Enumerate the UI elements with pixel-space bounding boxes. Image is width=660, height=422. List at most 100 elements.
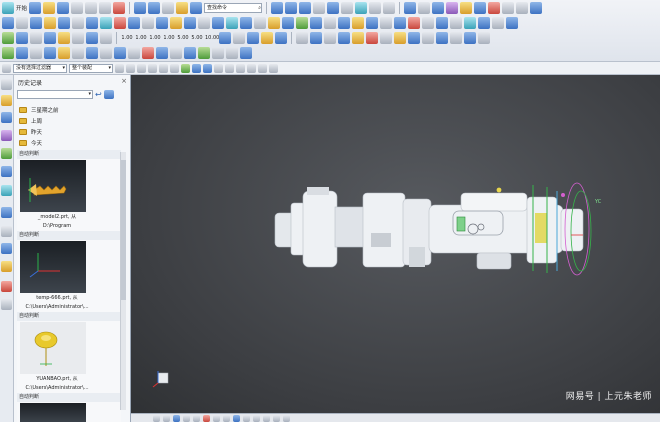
history-icon[interactable]: [1, 207, 12, 218]
feature-icon[interactable]: [2, 32, 14, 44]
mirror-icon[interactable]: [226, 17, 238, 29]
measure-icon[interactable]: [474, 2, 487, 14]
folder-last-week[interactable]: 上周: [17, 115, 123, 126]
expression-icon[interactable]: [366, 17, 378, 29]
repeat-command-icon[interactable]: [162, 2, 175, 14]
symbol-icon[interactable]: [233, 32, 245, 44]
undo-icon[interactable]: [134, 2, 147, 14]
block-icon[interactable]: [16, 32, 28, 44]
open-file-icon[interactable]: [43, 2, 56, 14]
polygon-icon[interactable]: [450, 32, 462, 44]
snap-existing-icon[interactable]: [247, 63, 256, 73]
resize-icon[interactable]: [492, 17, 504, 29]
history-item[interactable]: 自动判断 _model2.prt, 从 D:\Program: [17, 150, 121, 230]
hole-icon[interactable]: [44, 17, 56, 29]
folder-three-weeks-ago[interactable]: 三星期之前: [17, 104, 123, 115]
selection-icon[interactable]: [404, 2, 417, 14]
view-iso-icon[interactable]: [213, 414, 220, 422]
sketch-point-icon[interactable]: [16, 47, 28, 59]
history-item[interactable]: 自动判断 temp-666.prt, 从 C:\Users\Administra…: [17, 231, 121, 311]
layers-icon[interactable]: [446, 2, 459, 14]
clip-section-icon[interactable]: [243, 414, 250, 422]
table-icon[interactable]: [261, 32, 273, 44]
fillet-curve-icon[interactable]: [422, 32, 434, 44]
offset-face-icon[interactable]: [268, 17, 280, 29]
snap-intersect-icon[interactable]: [214, 63, 223, 73]
scrollbar-thumb[interactable]: [121, 160, 126, 300]
view-trimetric-icon[interactable]: [223, 414, 230, 422]
spline-icon[interactable]: [530, 2, 543, 14]
make-corner-icon[interactable]: [128, 47, 140, 59]
stop-icon[interactable]: [366, 32, 378, 44]
paste-icon[interactable]: [99, 2, 112, 14]
pattern-icon[interactable]: [212, 17, 224, 29]
edge-blend-icon[interactable]: [142, 17, 154, 29]
display-mode-icon[interactable]: [383, 2, 396, 14]
fit-view-icon[interactable]: [271, 2, 284, 14]
view-left-icon[interactable]: [183, 414, 190, 422]
sew-icon[interactable]: [408, 17, 420, 29]
sketch-rect-icon[interactable]: [86, 47, 98, 59]
shaded-view-icon[interactable]: [327, 2, 340, 14]
circle-tool-icon[interactable]: [212, 47, 224, 59]
text-icon[interactable]: [478, 32, 490, 44]
delete-icon[interactable]: [113, 2, 126, 14]
rotate-icon[interactable]: [299, 2, 312, 14]
slot-icon[interactable]: [86, 32, 98, 44]
web-browser-icon[interactable]: [1, 185, 12, 196]
chamfer-curve-icon[interactable]: [436, 32, 448, 44]
synchronous-icon[interactable]: [464, 17, 476, 29]
snap-control-icon[interactable]: [203, 63, 212, 73]
part-navigator-icon[interactable]: [1, 130, 12, 141]
dimension-button[interactable]: 5.00: [191, 35, 203, 41]
folder-yesterday[interactable]: 昨天: [17, 126, 123, 137]
finish-sketch-icon[interactable]: [198, 47, 210, 59]
snap-quadrant-icon[interactable]: [236, 63, 245, 73]
perspective-icon[interactable]: [283, 414, 290, 422]
snap-mid-icon[interactable]: [192, 63, 201, 73]
point-icon[interactable]: [338, 17, 350, 29]
deselect-icon[interactable]: [126, 63, 135, 73]
history-item[interactable]: 自动判断: [17, 393, 121, 422]
datum-plane-icon[interactable]: [296, 17, 308, 29]
note-icon[interactable]: [219, 32, 231, 44]
snap-point-on-face-icon[interactable]: [269, 63, 278, 73]
process-studio-icon[interactable]: [1, 226, 12, 237]
bridge-icon[interactable]: [338, 32, 350, 44]
curve-icon[interactable]: [516, 2, 529, 14]
dimension-button[interactable]: 1.00: [135, 35, 147, 41]
wireframe-icon[interactable]: [341, 2, 354, 14]
palette-icon[interactable]: [1, 243, 12, 254]
dimension-button[interactable]: 5.00: [177, 35, 189, 41]
groove-icon[interactable]: [100, 32, 112, 44]
tools-icon[interactable]: [380, 32, 392, 44]
pan-icon[interactable]: [313, 2, 326, 14]
close-icon[interactable]: ×: [121, 77, 127, 85]
new-file-icon[interactable]: [29, 2, 42, 14]
offset-curve-icon[interactable]: [156, 47, 168, 59]
constraint-navigator-icon[interactable]: [1, 112, 12, 123]
pmi-icon[interactable]: [275, 32, 287, 44]
select-all-icon[interactable]: [115, 63, 124, 73]
start-menu-icon[interactable]: [2, 2, 14, 14]
roles-icon[interactable]: [1, 281, 12, 292]
view-back-icon[interactable]: [193, 414, 200, 422]
view-mode-icon[interactable]: [103, 90, 114, 99]
quick-trim-icon[interactable]: [100, 47, 112, 59]
history-item[interactable]: 自动判断 YUANBAO.prt, 从 C:\Users\Administrat…: [17, 312, 121, 392]
curve-mesh-icon[interactable]: [296, 32, 308, 44]
info-icon[interactable]: [502, 2, 515, 14]
intersect-icon[interactable]: [128, 17, 140, 29]
touch-mode-icon[interactable]: [190, 2, 203, 14]
dimension-button[interactable]: 10.00: [205, 35, 219, 41]
cylinder-icon[interactable]: [30, 32, 42, 44]
refresh-icon[interactable]: [273, 414, 280, 422]
history-scrollbar[interactable]: [120, 152, 126, 410]
rib-icon[interactable]: [72, 32, 84, 44]
graphics-window[interactable]: YC 网易号 | 上元朱老师: [131, 75, 660, 413]
profile-icon[interactable]: [30, 47, 42, 59]
datum-csys-icon[interactable]: [324, 17, 336, 29]
layer-settings-icon[interactable]: [176, 2, 189, 14]
pattern-curve-icon[interactable]: [170, 47, 182, 59]
constraint-icon[interactable]: [142, 47, 154, 59]
